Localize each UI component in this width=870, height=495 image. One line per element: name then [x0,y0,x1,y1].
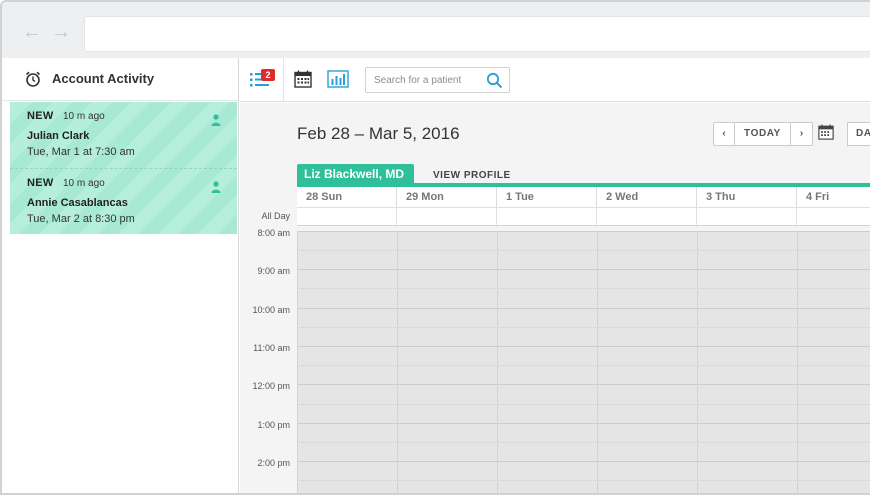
day-column-line [497,231,498,493]
previous-week-button[interactable]: ‹ [713,122,735,146]
half-hour-line [297,250,870,251]
hour-line [297,384,870,385]
day-header[interactable]: 2 Wed [597,187,697,207]
half-hour-line [297,365,870,366]
top-toolbar: 2 Search for a patient [240,58,870,102]
address-bar[interactable] [84,16,870,52]
person-icon [211,114,221,126]
activity-list: NEW 10 m ago Julian Clark Tue, Mar 1 at … [10,102,237,234]
day-header[interactable]: 3 Thu [697,187,797,207]
all-day-cell[interactable] [697,208,797,227]
app-window: ← → Account Activity NEW 10 m ago Julian… [0,0,870,495]
browser-chrome: ← → [2,2,870,58]
hour-line [297,269,870,270]
provider-tab[interactable]: Liz Blackwell, MD [297,164,415,185]
date-picker-button[interactable] [816,122,836,146]
appointment-time: Tue, Mar 1 at 7:30 am [27,146,135,158]
all-day-cell[interactable] [797,208,870,227]
toolbar-divider [283,58,284,102]
day-view-button[interactable]: DAY [847,122,870,146]
all-day-label: All Day [261,211,290,221]
patient-name: Annie Casablancas [27,197,128,209]
day-column-line [597,231,598,493]
hour-line [297,231,870,232]
time-slots-area[interactable] [297,231,870,493]
notification-count-badge: 2 [261,69,275,81]
day-header[interactable]: 1 Tue [497,187,597,207]
sidebar-title: Account Activity [52,71,155,86]
time-ago: 10 m ago [63,178,105,189]
all-day-cell[interactable] [497,208,597,227]
status-badge: NEW [27,177,54,189]
date-range-title: Feb 28 – Mar 5, 2016 [297,124,460,143]
search-icon[interactable] [486,72,503,89]
time-label: 9:00 am [257,266,290,276]
time-label: 8:00 am [257,228,290,238]
week-grid: 28 Sun 29 Mon 1 Tue 2 Wed 3 Thu 4 Fri [297,187,870,493]
status-badge: NEW [27,110,54,122]
activity-item[interactable]: NEW 10 m ago Julian Clark Tue, Mar 1 at … [10,102,237,168]
patient-search-input[interactable]: Search for a patient [365,67,510,93]
hour-line [297,461,870,462]
calendar-icon[interactable] [294,70,312,88]
day-column-line [697,231,698,493]
search-placeholder: Search for a patient [374,75,462,86]
forward-arrow-icon[interactable]: → [51,22,71,42]
time-label: 10:00 am [252,305,290,315]
hour-line [297,308,870,309]
day-column-line [297,231,298,493]
view-profile-link[interactable]: VIEW PROFILE [433,170,511,181]
day-column-line [397,231,398,493]
half-hour-line [297,327,870,328]
all-day-row [297,207,870,227]
date-picker-icon [818,124,834,140]
today-button[interactable]: TODAY [735,122,791,146]
day-header[interactable]: 29 Mon [397,187,497,207]
hour-line [297,423,870,424]
activity-item[interactable]: NEW 10 m ago Annie Casablancas Tue, Mar … [10,168,237,234]
account-activity-sidebar: Account Activity NEW 10 m ago Julian Cla… [2,58,239,493]
day-header[interactable]: 28 Sun [297,187,397,207]
calendar-main: Feb 28 – Mar 5, 2016 ‹ TODAY › DAY Liz B… [240,103,870,493]
half-hour-line [297,288,870,289]
time-ago: 10 m ago [63,111,105,122]
patient-name: Julian Clark [27,130,90,142]
calendar-nav-group: ‹ TODAY › [713,122,836,146]
all-day-cell[interactable] [297,208,397,227]
back-arrow-icon[interactable]: ← [22,22,42,42]
day-column-line [797,231,798,493]
next-week-button[interactable]: › [791,122,813,146]
time-label: 1:00 pm [257,420,290,430]
all-day-cell[interactable] [597,208,697,227]
sidebar-header: Account Activity [2,58,238,101]
day-header[interactable]: 4 Fri [797,187,870,207]
all-day-cell[interactable] [397,208,497,227]
time-label: 2:00 pm [257,458,290,468]
bar-chart-icon[interactable] [327,70,349,88]
person-icon [211,181,221,193]
half-hour-line [297,404,870,405]
appointment-time: Tue, Mar 2 at 8:30 pm [27,213,135,225]
half-hour-line [297,480,870,481]
alarm-clock-icon [25,71,41,87]
hour-line [297,346,870,347]
half-hour-line [297,442,870,443]
time-label: 11:00 am [253,343,290,353]
time-label: 12:00 pm [252,381,290,391]
